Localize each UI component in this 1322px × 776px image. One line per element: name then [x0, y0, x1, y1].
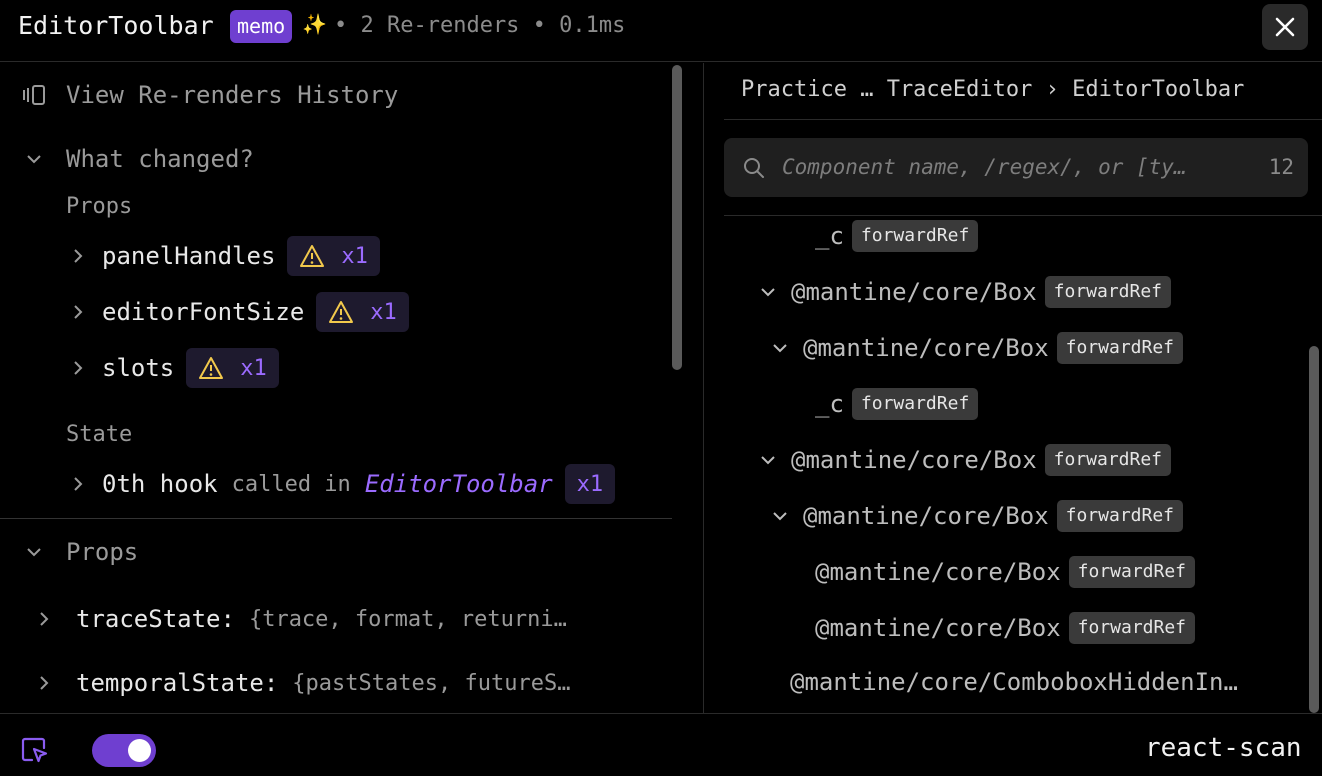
tree-node-name: @mantine/core/ComboboxHiddenIn…	[790, 668, 1238, 696]
tree-node[interactable]: @mantine/core/ComboboxHiddenIn…	[790, 668, 1238, 696]
tree-node-name: @mantine/core/Box	[803, 502, 1049, 530]
component-search[interactable]: Component name, /regex/, or [ty… 12	[724, 138, 1308, 197]
what-changed-label: What changed?	[66, 145, 254, 173]
sparkle-icon: ✨	[302, 12, 327, 36]
tree-node[interactable]: @mantine/core/Box forwardRef	[773, 500, 1184, 532]
chevron-down-icon	[761, 456, 775, 465]
tree-node-badge: forwardRef	[851, 388, 979, 420]
chevron-right-icon	[74, 305, 83, 319]
breadcrumb-divider	[724, 119, 1322, 120]
tree-node-badge: forwardRef	[1044, 444, 1172, 476]
changed-prop-row[interactable]: panelHandles x1	[72, 236, 380, 276]
chevron-right-icon	[74, 249, 83, 263]
toolbar-footer: react-scan	[0, 713, 1322, 776]
view-history-label: View Re-renders History	[66, 81, 399, 109]
warning-icon	[300, 245, 325, 267]
change-count-badge: x1	[186, 348, 279, 388]
change-count-badge: x1	[316, 292, 409, 332]
what-changed-toggle[interactable]: What changed?	[26, 145, 254, 173]
tree-node-badge: forwardRef	[1056, 500, 1184, 532]
change-count: x1	[370, 299, 397, 325]
tree-node-badge: forwardRef	[1068, 556, 1196, 588]
tree-node-badge: forwardRef	[1056, 332, 1184, 364]
changes-panel: View Re-renders History What changed? Pr…	[0, 63, 704, 713]
changed-props-heading: Props	[66, 194, 133, 219]
close-button[interactable]	[1262, 4, 1308, 50]
component-name: EditorToolbar	[18, 11, 214, 40]
brand-label: react-scan	[1145, 733, 1302, 763]
render-stats: • 2 Re-renders • 0.1ms	[334, 13, 626, 38]
tree-node-name: @mantine/core/Box	[803, 334, 1049, 362]
tree-node[interactable]: _c forwardRef	[815, 388, 979, 420]
tree-node[interactable]: @mantine/core/Box forwardRef	[761, 444, 1172, 476]
hook-called-in: called in	[231, 471, 351, 497]
memo-badge: memo	[230, 10, 293, 43]
tree-node[interactable]: @mantine/core/Box forwardRef	[815, 612, 1196, 644]
chevron-down-icon	[761, 288, 775, 297]
change-count-badge: x1	[564, 464, 616, 504]
prop-row[interactable]: temporalState: {pastStates, futureS…	[38, 669, 570, 697]
tree-node[interactable]: @mantine/core/Box forwardRef	[773, 332, 1184, 364]
tree-node-name: @mantine/core/Box	[791, 446, 1037, 474]
change-count: x1	[576, 471, 604, 497]
tree-node-name: _c	[815, 390, 844, 418]
tree-node-badge: forwardRef	[1068, 612, 1196, 644]
changed-prop-row[interactable]: slots x1	[72, 348, 279, 388]
hook-name: 0th hook	[102, 470, 218, 498]
tree-scrollbar[interactable]	[1309, 346, 1319, 713]
close-icon	[1275, 17, 1295, 37]
component-tree: _c forwardRef @mantine/core/Box forwardR…	[705, 216, 1322, 713]
warning-icon	[199, 357, 224, 379]
changed-prop-row[interactable]: editorFontSize x1	[72, 292, 409, 332]
hook-component-link[interactable]: EditorToolbar	[365, 470, 553, 498]
search-result-count: 12	[1268, 155, 1294, 179]
chevron-down-icon	[27, 155, 41, 164]
tree-node-name: @mantine/core/Box	[815, 614, 1061, 642]
tree-node-badge: forwardRef	[1044, 276, 1172, 308]
left-scrollbar[interactable]	[672, 65, 682, 370]
inspector-header: EditorToolbar memo ✨ • 2 Re-renders • 0.…	[0, 0, 1322, 62]
search-icon	[744, 158, 764, 178]
tree-node[interactable]: @mantine/core/Box forwardRef	[761, 276, 1172, 308]
prop-name: editorFontSize	[102, 298, 305, 326]
tree-node[interactable]: @mantine/core/Box forwardRef	[815, 556, 1196, 588]
chevron-down-icon	[773, 344, 787, 353]
toggle-knob	[128, 739, 151, 762]
history-icon	[23, 85, 45, 105]
props-section-toggle[interactable]: Props	[26, 538, 138, 566]
prop-row[interactable]: traceState: {trace, format, returni…	[38, 605, 567, 633]
prop-name: slots	[102, 354, 175, 382]
warning-icon	[329, 301, 354, 323]
chevron-down-icon	[27, 548, 41, 557]
chevron-right-icon	[40, 612, 49, 626]
prop-key: traceState:	[76, 605, 235, 633]
chevron-right-icon	[40, 676, 49, 690]
state-heading: State	[66, 422, 133, 447]
view-history-button[interactable]: View Re-renders History	[22, 81, 398, 109]
chevron-down-icon	[773, 512, 787, 521]
section-divider	[0, 518, 672, 519]
tree-node[interactable]: _c forwardRef	[815, 220, 979, 252]
breadcrumb[interactable]: Practice … TraceEditor › EditorToolbar	[741, 77, 1244, 102]
chevron-right-icon	[74, 361, 83, 375]
state-hook-row[interactable]: 0th hook called in EditorToolbar x1	[72, 464, 616, 504]
chevron-right-icon	[74, 477, 83, 491]
change-count: x1	[240, 355, 267, 381]
prop-name: panelHandles	[102, 242, 276, 270]
tree-node-name: _c	[815, 222, 844, 250]
props-section-label: Props	[66, 538, 139, 566]
scan-toggle[interactable]	[92, 734, 156, 767]
search-input[interactable]: Component name, /regex/, or [ty…	[782, 155, 1187, 179]
prop-key: temporalState:	[76, 669, 279, 697]
tree-node-badge: forwardRef	[851, 220, 979, 252]
component-tree-panel: Practice … TraceEditor › EditorToolbar C…	[705, 63, 1322, 713]
prop-value: {pastStates, futureS…	[292, 670, 571, 696]
cursor-select-icon[interactable]	[20, 736, 48, 764]
prop-value: {trace, format, returni…	[248, 606, 567, 632]
tree-node-name: @mantine/core/Box	[791, 278, 1037, 306]
change-count: x1	[341, 243, 368, 269]
tree-node-name: @mantine/core/Box	[815, 558, 1061, 586]
change-count-badge: x1	[287, 236, 380, 276]
